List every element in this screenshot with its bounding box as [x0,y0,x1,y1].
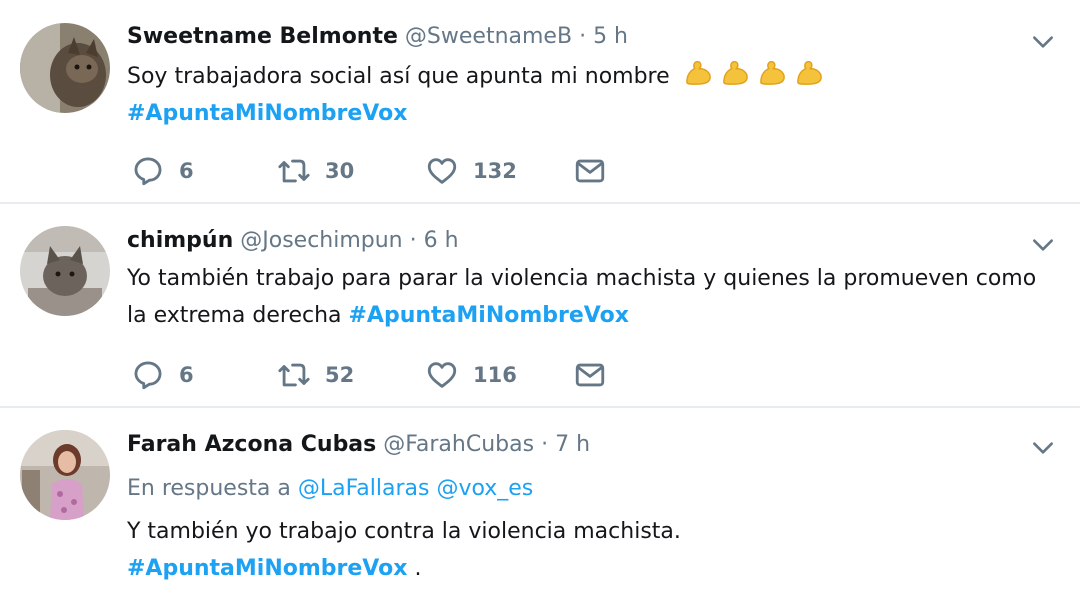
separator: · [541,432,549,457]
like-count: 132 [473,159,517,183]
retweet-icon [278,159,310,183]
chevron-down-icon[interactable] [1030,435,1056,461]
tweet-header: chimpún @Josechimpun · 6 h [127,226,459,256]
envelope-icon [575,363,605,387]
tweet-text-body: Soy trabajadora social así que apunta mi… [127,64,670,89]
chevron-down-icon[interactable] [1030,232,1056,258]
separator: · [409,228,417,253]
tweet-text-body: Y también yo trabajo contra la violencia… [127,519,681,544]
tweet[interactable]: Sweetname Belmonte @SweetnameB · 5 h Soy… [0,0,1080,204]
tweet-text: Soy trabajadora social así que apunta mi… [127,57,831,132]
username[interactable]: @Josechimpun [240,228,402,253]
tweet[interactable]: chimpún @Josechimpun · 6 h Yo también tr… [0,204,1080,408]
tweet-actions: 6 52 116 [127,357,647,393]
heart-icon [427,158,457,184]
reply-button[interactable]: 6 [131,357,194,393]
tweet-text-line: la extrema derecha [127,303,342,328]
avatar[interactable] [20,23,110,113]
timestamp[interactable]: 6 h [424,228,459,253]
username[interactable]: @SweetnameB [405,24,572,49]
like-button[interactable]: 132 [425,153,517,189]
separator: · [579,24,587,49]
reply-button[interactable]: 6 [131,153,194,189]
hashtag-link[interactable]: #ApuntaMiNombreVox [349,303,629,328]
retweet-button[interactable]: 30 [277,153,354,189]
mention-link[interactable]: @LaFallaras [298,476,430,501]
tweet-actions: 6 30 132 [127,153,647,189]
hashtag-link[interactable]: #ApuntaMiNombreVox [127,101,407,126]
mention-link[interactable]: @vox_es [436,476,533,501]
reply-context: En respuesta a @LaFallaras @vox_es [127,470,533,507]
tweet-text: Yo también trabajo para parar la violenc… [127,260,1036,334]
reply-prefix: En respuesta a [127,476,291,501]
hashtag-link[interactable]: #ApuntaMiNombreVox [127,556,407,581]
username[interactable]: @FarahCubas [383,432,534,457]
reply-icon [134,157,162,186]
tweet[interactable]: Farah Azcona Cubas @FarahCubas · 7 h En … [0,408,1080,607]
retweet-count: 52 [325,363,355,387]
retweet-icon [278,363,310,387]
direct-message-button[interactable] [573,153,621,189]
reply-count: 6 [179,363,194,387]
tweet-text-suffix: . [414,556,422,581]
retweet-button[interactable]: 52 [277,357,354,393]
reply-icon [134,361,162,390]
retweet-count: 30 [325,159,355,183]
display-name[interactable]: Sweetname Belmonte [127,24,398,49]
flexed-biceps-icon [683,60,831,89]
tweet-header: Sweetname Belmonte @SweetnameB · 5 h [127,22,628,52]
avatar[interactable] [20,226,110,316]
timestamp[interactable]: 5 h [593,24,628,49]
chevron-down-icon[interactable] [1030,29,1056,55]
avatar[interactable] [20,430,110,520]
timestamp[interactable]: 7 h [555,432,590,457]
heart-icon [427,362,457,388]
reply-count: 6 [179,159,194,183]
display-name[interactable]: chimpún [127,228,233,253]
envelope-icon [575,159,605,183]
direct-message-button[interactable] [573,357,621,393]
like-count: 116 [473,363,517,387]
tweet-header: Farah Azcona Cubas @FarahCubas · 7 h [127,430,590,460]
like-button[interactable]: 116 [425,357,517,393]
tweet-text: Y también yo trabajo contra la violencia… [127,513,681,587]
tweet-text-line: Yo también trabajo para parar la violenc… [127,266,1037,291]
display-name[interactable]: Farah Azcona Cubas [127,432,376,457]
